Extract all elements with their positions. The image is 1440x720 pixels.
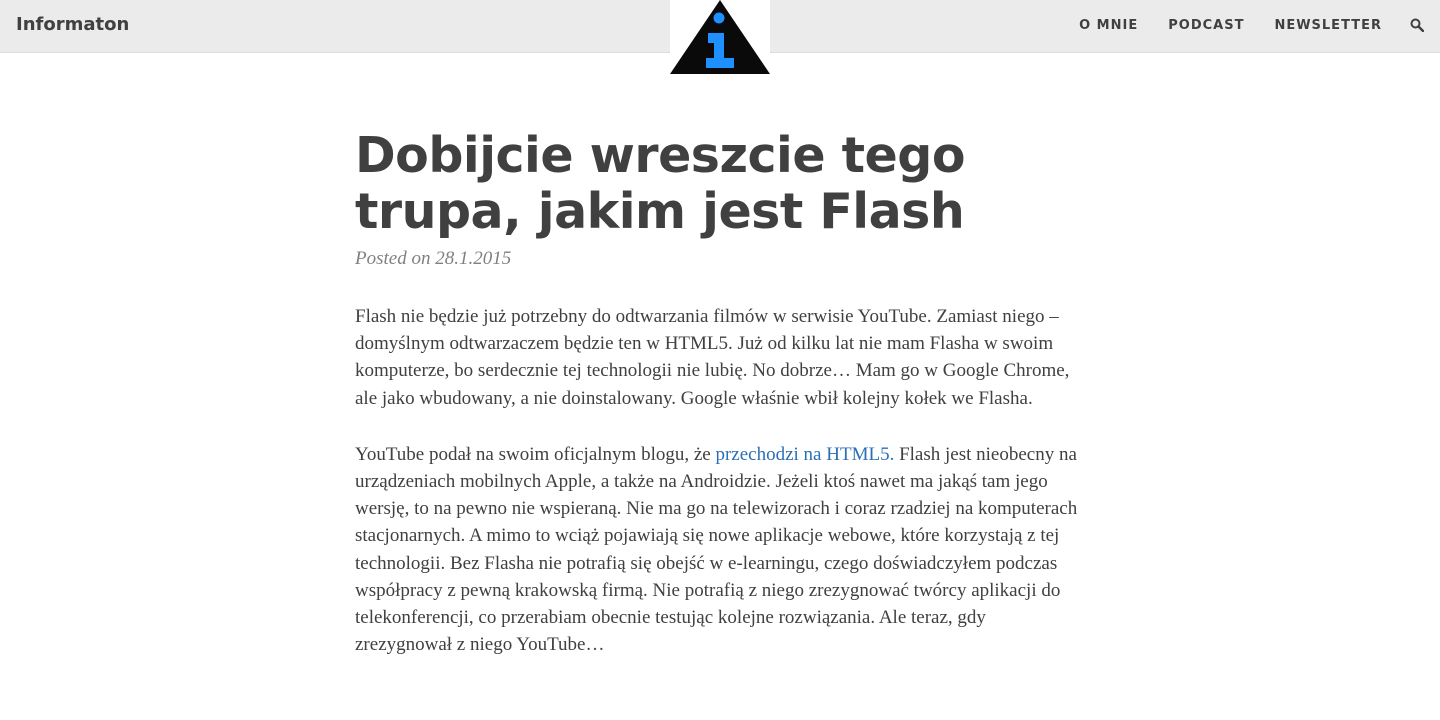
site-brand-link[interactable]: Informaton — [16, 14, 129, 35]
post-paragraph-1: Flash nie będzie już potrzebny do odtwar… — [355, 306, 1070, 409]
post-meta: Posted on 28.1.2015 — [355, 248, 1085, 270]
post-paragraph-2: YouTube podał na swoim oficjalnym blogu,… — [355, 441, 1085, 659]
info-triangle-logo-icon[interactable] — [670, 0, 770, 78]
post-content: Dobijcie wreszcie tego trupa, jakim jest… — [355, 128, 1085, 658]
paragraph-2-text-before: YouTube podał na swoim oficjalnym blogu,… — [355, 443, 716, 465]
nav-link-newsletter[interactable]: NEWSLETTER — [1274, 18, 1382, 33]
post-date: 28.1.2015 — [435, 248, 512, 269]
nav-link-podcast[interactable]: PODCAST — [1168, 18, 1244, 33]
main-nav: O MNIE PODCAST NEWSLETTER — [1079, 18, 1382, 33]
paragraph-2-text-after: Flash jest nieobecny na urządzeniach mob… — [355, 443, 1078, 656]
search-icon[interactable] — [1410, 18, 1425, 33]
nav-link-o-mnie[interactable]: O MNIE — [1079, 18, 1138, 33]
post-meta-prefix: Posted on — [355, 248, 431, 269]
youtube-html5-link[interactable]: przechodzi na HTML5. — [715, 444, 894, 465]
post-title: Dobijcie wreszcie tego trupa, jakim jest… — [355, 127, 966, 240]
